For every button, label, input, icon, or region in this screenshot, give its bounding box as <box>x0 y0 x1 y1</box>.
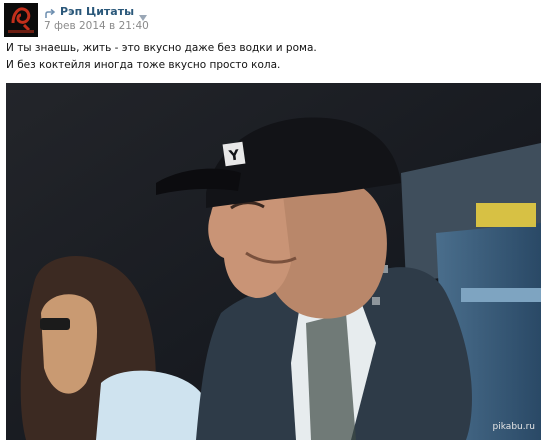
community-logo-icon <box>4 3 38 37</box>
post-text-line: И без коктейля иногда тоже вкусно просто… <box>6 59 281 71</box>
author-name[interactable]: Рэп Цитаты <box>60 5 134 18</box>
post-date[interactable]: 7 фев 2014 в 21:40 <box>44 20 149 32</box>
post-photo[interactable]: Y pikabu.ru <box>6 83 541 440</box>
post-text: И ты знаешь, жить - это вкусно даже без … <box>6 40 526 74</box>
repost-arrow-icon <box>44 5 56 18</box>
post-source[interactable]: Рэп Цитаты <box>44 3 148 21</box>
community-avatar[interactable] <box>4 3 38 37</box>
photo-image: Y <box>6 83 541 440</box>
dropdown-triangle-icon[interactable] <box>139 7 148 21</box>
watermark: pikabu.ru <box>492 422 535 432</box>
post-text-line: И ты знаешь, жить - это вкусно даже без … <box>6 42 317 54</box>
